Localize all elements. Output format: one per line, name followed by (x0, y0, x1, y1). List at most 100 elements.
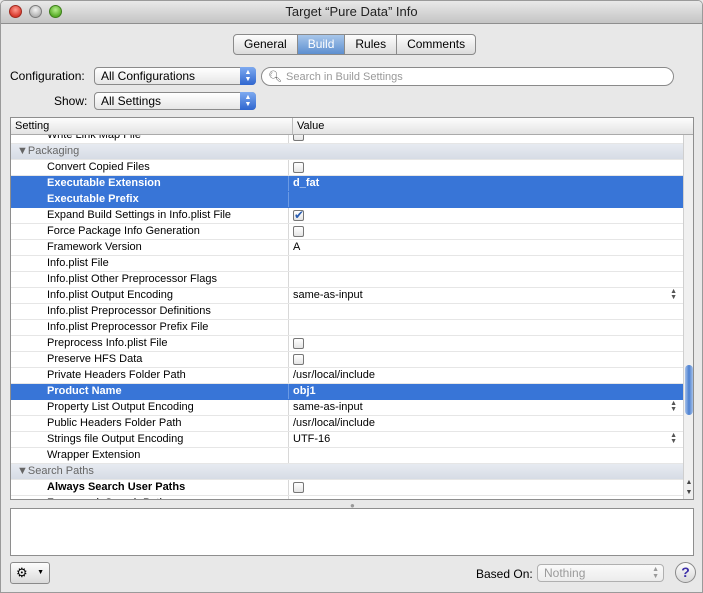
table-rows: Write Link Map File ▼Packaging Convert Cop… (11, 135, 683, 499)
scroll-down-arrow-icon[interactable]: ▼ (684, 489, 693, 499)
table-row[interactable]: Info.plist Preprocessor Definitions (11, 304, 683, 320)
setting-value-cell[interactable] (288, 496, 683, 499)
table-row[interactable]: Force Package Info Generation (11, 224, 683, 240)
show-popup[interactable]: All Settings ▲ ▼ (94, 92, 256, 110)
table-row[interactable]: Expand Build Settings in Info.plist File (11, 208, 683, 224)
show-value: All Settings (101, 94, 162, 108)
setting-value: d_fat (293, 177, 320, 189)
setting-name: Force Package Info Generation (47, 225, 200, 237)
show-label: Show: (54, 94, 88, 108)
setting-value-cell[interactable] (288, 448, 683, 463)
title-bar[interactable]: Target “Pure Data” Info (1, 1, 702, 24)
table-row[interactable]: Executable Extension d_fat (11, 176, 683, 192)
setting-value-cell[interactable] (288, 224, 683, 239)
setting-name: Product Name (47, 385, 122, 397)
setting-value-cell[interactable] (288, 135, 683, 143)
table-row[interactable]: Info.plist Preprocessor Prefix File (11, 320, 683, 336)
table-row[interactable]: Preserve HFS Data (11, 352, 683, 368)
table-row[interactable]: Private Headers Folder Path/usr/local/in… (11, 368, 683, 384)
table-row[interactable]: Product Name obj1 (11, 384, 683, 400)
help-button[interactable]: ? (675, 562, 696, 583)
group-header-row[interactable]: ▼Packaging (11, 144, 683, 160)
setting-value-cell[interactable]: /usr/local/include (288, 368, 683, 383)
setting-name: Private Headers Folder Path (47, 369, 186, 381)
table-row[interactable]: Always Search User Paths (11, 480, 683, 496)
configuration-label: Configuration: (10, 69, 85, 83)
setting-name: Strings file Output Encoding (47, 433, 184, 445)
setting-checkbox[interactable] (293, 162, 304, 173)
scroll-up-arrow-icon[interactable]: ▲ (684, 479, 693, 489)
popup-arrows-icon[interactable]: ▲ ▼ (670, 432, 677, 445)
popup-arrows-icon[interactable]: ▲ ▼ (670, 400, 677, 413)
setting-value-cell[interactable] (288, 160, 683, 175)
search-icon[interactable]: 🔍︎ (268, 71, 282, 83)
table-row[interactable]: Strings file Output Encoding UTF-16 ▲ ▼ (11, 432, 683, 448)
table-row[interactable]: Framework Version A (11, 240, 683, 256)
table-row[interactable]: Info.plist Other Preprocessor Flags (11, 272, 683, 288)
tab-build[interactable]: Build (297, 35, 346, 54)
setting-checkbox[interactable] (293, 482, 304, 493)
setting-checkbox[interactable] (293, 338, 304, 349)
column-header-value[interactable]: Value (292, 118, 684, 134)
gear-menu-button[interactable]: ⚙ ▼ (10, 562, 50, 584)
setting-value-cell[interactable]: same-as-input ▲ ▼ (288, 400, 683, 415)
setting-value-cell[interactable]: same-as-input ▲ ▼ (288, 288, 683, 303)
table-row[interactable]: Write Link Map File (11, 135, 683, 144)
info-window: Target “Pure Data” Info General Build Ru… (0, 0, 703, 593)
setting-value: obj1 (293, 385, 316, 397)
setting-value-cell[interactable] (288, 336, 683, 351)
window-title: Target “Pure Data” Info (285, 4, 418, 19)
setting-value-cell[interactable]: d_fat (288, 176, 683, 191)
setting-description-pane: ● (10, 501, 694, 556)
setting-value-cell[interactable] (288, 304, 683, 319)
scrollbar-thumb[interactable] (685, 365, 693, 415)
table-row[interactable]: Framework Search Paths (11, 496, 683, 499)
setting-value: same-as-input (293, 401, 363, 413)
based-on-label: Based On: (476, 567, 533, 581)
setting-value-cell[interactable] (288, 352, 683, 367)
setting-name: Framework Search Paths (47, 496, 171, 499)
setting-name: Always Search User Paths (47, 481, 186, 493)
setting-value-cell[interactable]: /usr/local/include (288, 416, 683, 431)
setting-checkbox[interactable] (293, 354, 304, 365)
configuration-popup[interactable]: All Configurations ▲ ▼ (94, 67, 256, 85)
setting-checkbox[interactable] (293, 208, 304, 223)
setting-checkbox[interactable] (293, 226, 304, 237)
table-row[interactable]: Wrapper Extension (11, 448, 683, 464)
based-on-popup[interactable]: Nothing ▲ ▼ (537, 564, 664, 582)
group-header-row[interactable]: ▼Search Paths (11, 464, 683, 480)
setting-value-cell[interactable]: A (288, 240, 683, 255)
setting-value-cell[interactable] (288, 480, 683, 495)
popup-arrows-icon[interactable]: ▲ ▼ (670, 288, 677, 301)
table-row[interactable]: Property List Output Encoding same-as-inp… (11, 400, 683, 416)
column-header-setting[interactable]: Setting (15, 118, 49, 134)
tab-rules[interactable]: Rules (345, 35, 398, 54)
setting-value-cell[interactable]: UTF-16 ▲ ▼ (288, 432, 683, 447)
search-input[interactable] (286, 69, 666, 84)
table-row[interactable]: Executable Prefix (11, 192, 683, 208)
setting-value: same-as-input (293, 289, 363, 301)
tab-bar: General Build Rules Comments (233, 34, 477, 55)
table-row[interactable]: Info.plist Output Encoding same-as-input ▲… (11, 288, 683, 304)
table-row[interactable]: Convert Copied Files (11, 160, 683, 176)
search-field[interactable]: 🔍︎ (261, 67, 674, 86)
setting-checkbox[interactable] (293, 135, 304, 141)
setting-value-cell[interactable] (288, 192, 683, 207)
setting-name: Info.plist Preprocessor Prefix File (47, 321, 209, 333)
setting-name: Write Link Map File (47, 135, 141, 141)
table-row[interactable]: Preprocess Info.plist File (11, 336, 683, 352)
table-row[interactable]: Public Headers Folder Path/usr/local/inc… (11, 416, 683, 432)
vertical-scrollbar[interactable]: ▲ ▼ (683, 135, 693, 499)
setting-name: Preserve HFS Data (47, 353, 143, 365)
setting-value-cell[interactable] (288, 256, 683, 271)
table-row[interactable]: Info.plist File (11, 256, 683, 272)
tab-comments[interactable]: Comments (397, 35, 475, 54)
setting-value-cell[interactable] (288, 320, 683, 335)
setting-name: Framework Version (47, 241, 142, 253)
splitter-grip-icon[interactable]: ● (350, 501, 355, 510)
tab-general[interactable]: General (234, 35, 298, 54)
setting-value-cell[interactable] (288, 272, 683, 287)
setting-value: UTF-16 (293, 433, 331, 445)
setting-value-cell[interactable] (288, 208, 683, 223)
setting-value-cell[interactable]: obj1 (288, 384, 683, 399)
